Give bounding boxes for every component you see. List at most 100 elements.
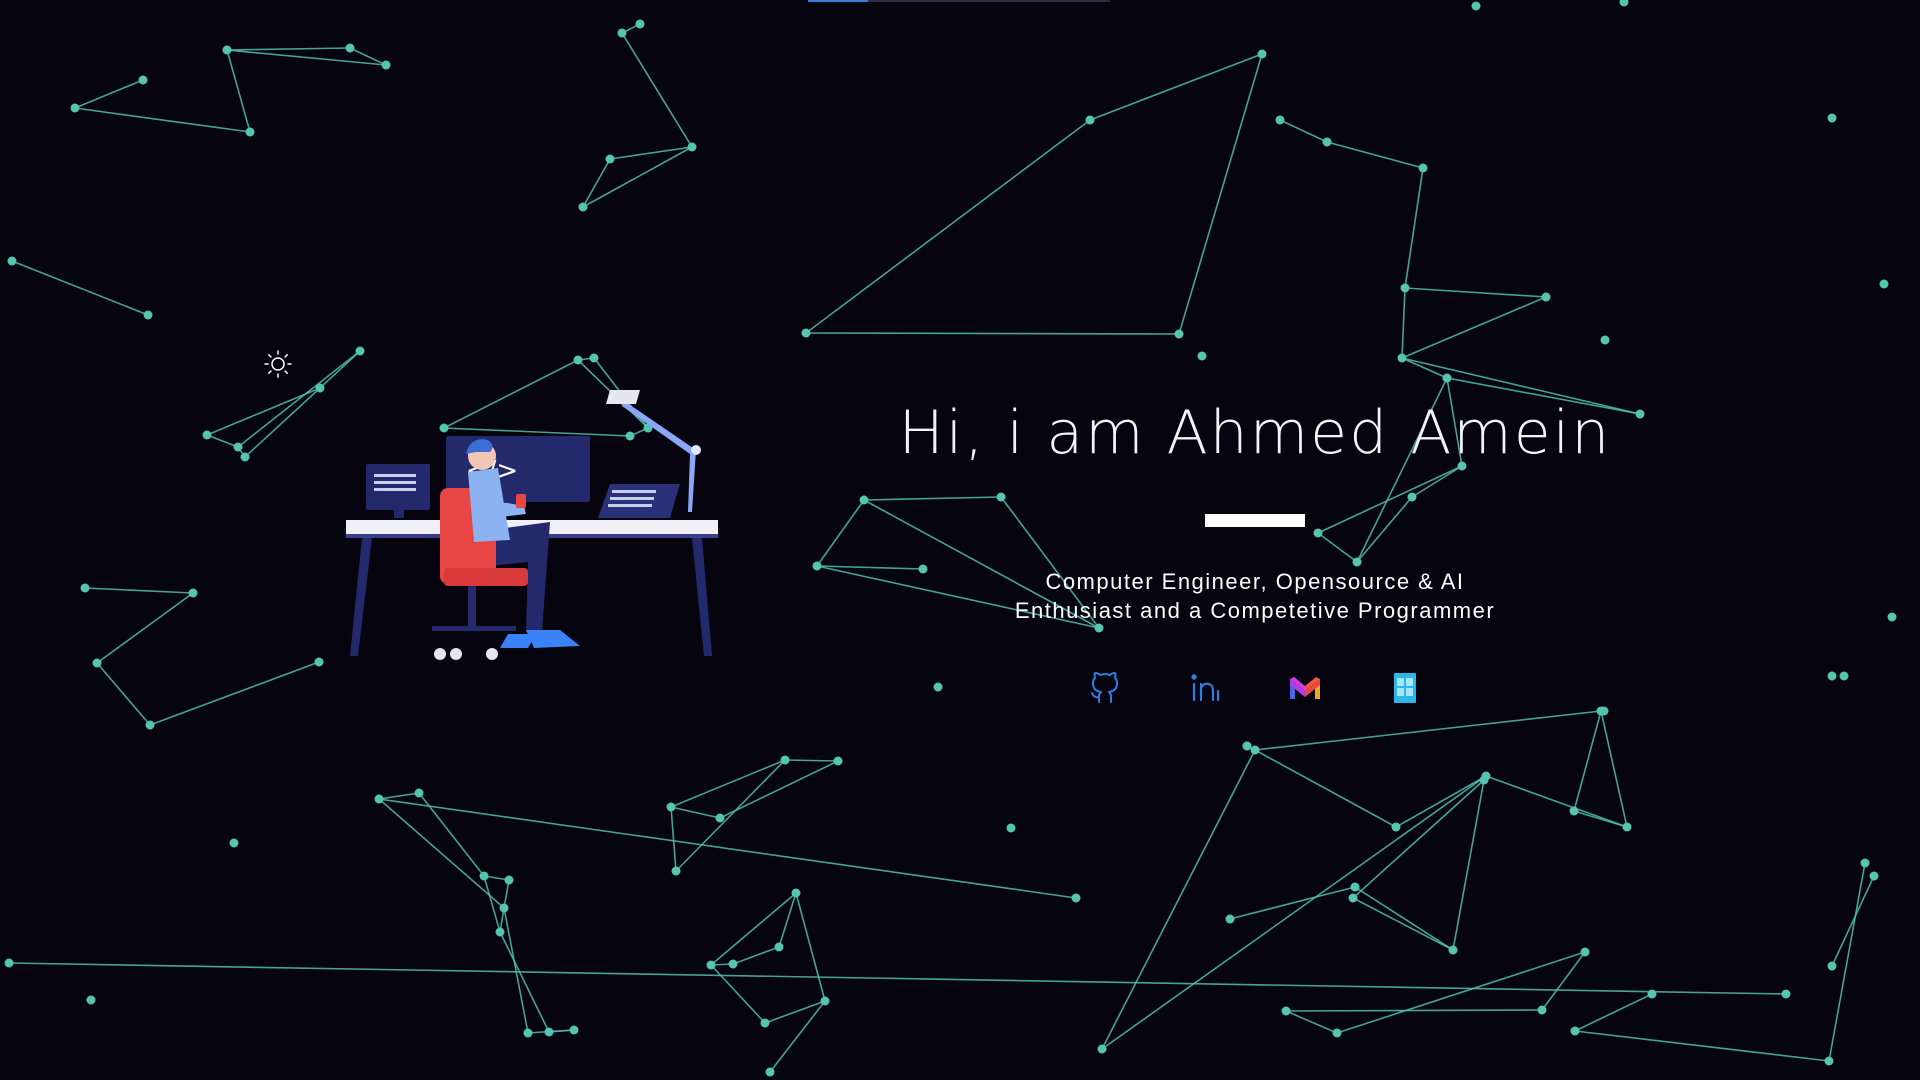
theme-toggle-button[interactable] <box>262 348 294 380</box>
particle-link <box>805 332 1180 335</box>
particle-dot <box>1006 823 1016 833</box>
particle-link <box>206 434 239 448</box>
particle-link <box>1352 779 1485 899</box>
particle-link <box>670 759 786 808</box>
particle-dot <box>728 959 738 969</box>
particle-dot <box>479 871 489 881</box>
particle-link <box>795 892 826 1002</box>
particle-link <box>378 792 420 800</box>
particle-dot <box>765 1067 775 1077</box>
particle-link <box>1254 749 1397 828</box>
particle-dot <box>345 43 355 53</box>
particle-dot <box>812 561 822 571</box>
particle-link <box>84 587 194 594</box>
particle-link <box>1352 897 1454 951</box>
particle-dot <box>1281 1006 1291 1016</box>
particle-link <box>1541 951 1586 1011</box>
particle-link <box>621 32 693 148</box>
particle-dot <box>1824 1056 1834 1066</box>
particle-dot <box>414 788 424 798</box>
particle-link <box>96 592 194 664</box>
particle-link <box>1326 141 1424 169</box>
particle-dot <box>233 442 243 452</box>
particle-dot <box>1879 279 1889 289</box>
particle-dot <box>1479 775 1489 785</box>
particle-dot <box>820 996 830 1006</box>
particle-link <box>226 49 251 133</box>
particle-dot <box>859 495 869 505</box>
particle-link <box>96 662 151 726</box>
social-links <box>880 669 1630 707</box>
particle-dot <box>222 45 232 55</box>
particle-link <box>1452 779 1485 951</box>
scroll-progress-fill <box>808 0 868 2</box>
particle-dot <box>374 794 384 804</box>
particle-link <box>719 760 839 819</box>
particle-dot <box>1869 871 1879 881</box>
particle-link <box>1336 951 1586 1034</box>
particle-dot <box>495 927 505 937</box>
particle-link <box>805 119 1091 334</box>
particle-link <box>1285 1010 1338 1034</box>
particle-dot <box>1391 822 1401 832</box>
particle-link <box>710 964 766 1024</box>
particle-dot <box>1275 115 1285 125</box>
particle-dot <box>1250 745 1260 755</box>
particle-link <box>1831 875 1875 967</box>
particle-dot <box>315 383 325 393</box>
particle-dot <box>138 75 148 85</box>
particle-dot <box>833 756 843 766</box>
particle-dot <box>1635 409 1645 419</box>
gmail-link[interactable] <box>1286 669 1324 707</box>
title-divider <box>1205 514 1305 527</box>
particle-dot <box>1599 706 1609 716</box>
particle-dot <box>1580 947 1590 957</box>
particle-dot <box>504 875 514 885</box>
particle-dot <box>1322 137 1332 147</box>
particle-dot <box>1781 989 1791 999</box>
particle-dot <box>1097 1044 1107 1054</box>
particle-link <box>503 907 529 1034</box>
scroll-progress-bar <box>808 0 1110 2</box>
particle-link <box>1285 1009 1543 1012</box>
particle-link <box>226 47 351 51</box>
particle-dot <box>715 813 725 823</box>
particle-link <box>1401 287 1406 359</box>
particle-link <box>1354 886 1454 951</box>
particle-dot <box>4 958 14 968</box>
particle-dot <box>569 1025 579 1035</box>
particle-dot <box>1332 1028 1342 1038</box>
particle-dot <box>791 888 801 898</box>
particle-dot <box>1471 1 1481 11</box>
particle-dot <box>635 19 645 29</box>
particle-link <box>226 49 387 66</box>
particle-link <box>1401 296 1547 359</box>
particle-dot <box>143 310 153 320</box>
particle-dot <box>687 142 697 152</box>
particle-dot <box>1448 945 1458 955</box>
particle-dot <box>589 353 599 363</box>
linkedin-link[interactable] <box>1186 669 1224 707</box>
particle-link <box>1401 357 1448 379</box>
particle-dot <box>573 355 583 365</box>
particle-dot <box>245 127 255 137</box>
particle-dot <box>1569 806 1579 816</box>
particle-link <box>418 792 485 877</box>
particle-link <box>784 759 839 762</box>
particle-dot <box>578 202 588 212</box>
particle-dot <box>1541 292 1551 302</box>
particle-dot <box>1887 612 1897 622</box>
particle-dot <box>1257 49 1267 59</box>
particle-dot <box>706 960 716 970</box>
particle-dot <box>1827 671 1837 681</box>
particle-dot <box>202 430 212 440</box>
particle-dot <box>1071 893 1081 903</box>
particle-dot <box>1174 329 1184 339</box>
resume-link[interactable] <box>1386 669 1424 707</box>
particle-link <box>483 875 501 933</box>
hero-content: Hi, i am Ahmed Amein Computer Engineer, … <box>880 390 1630 707</box>
particle-dot <box>499 903 509 913</box>
gmail-icon <box>1290 677 1320 699</box>
github-icon <box>1091 672 1118 703</box>
github-link[interactable] <box>1086 669 1124 707</box>
